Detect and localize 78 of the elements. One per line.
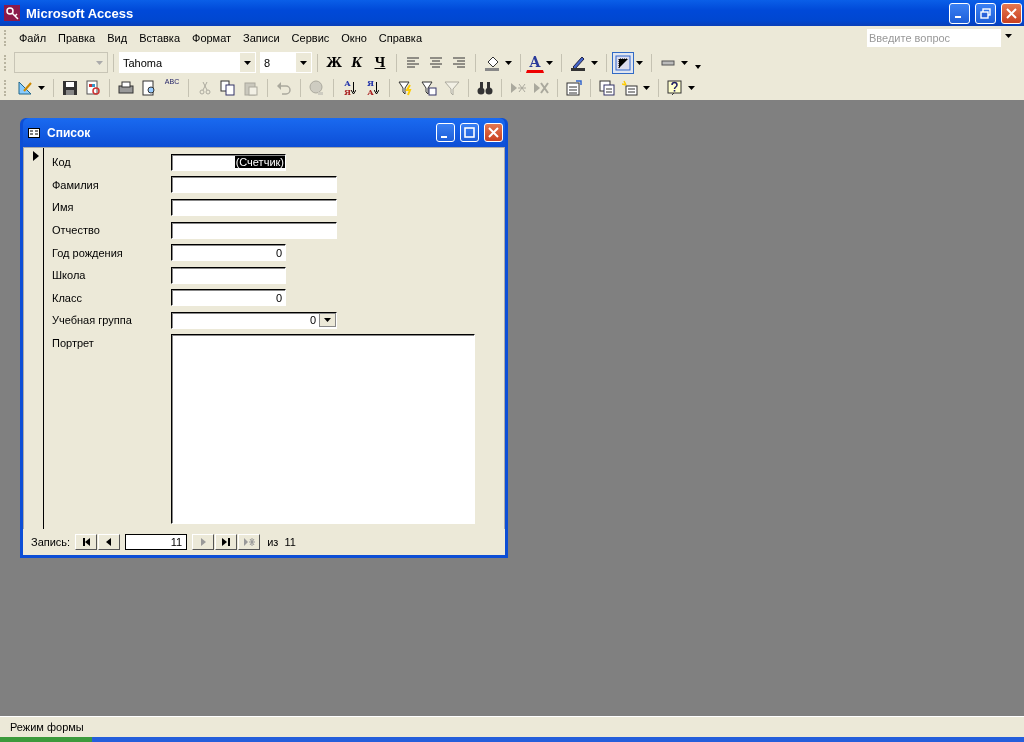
input-field[interactable] — [171, 199, 337, 216]
help-search-field[interactable]: Введите вопрос — [867, 29, 1001, 47]
chevron-icon[interactable] — [695, 64, 701, 69]
menu-item[interactable]: Окно — [335, 32, 373, 44]
font-color-button[interactable]: A — [526, 52, 544, 73]
underline-button[interactable]: Ч — [369, 51, 391, 74]
close-icon — [1006, 7, 1017, 19]
caret-icon — [244, 60, 251, 65]
sort-ascending-button[interactable]: А Я — [339, 76, 361, 99]
caret-icon[interactable] — [505, 60, 512, 65]
close-button[interactable] — [484, 123, 503, 142]
field-label: Фамилия — [52, 178, 100, 191]
minimize-icon — [955, 16, 961, 18]
first-record-button[interactable] — [75, 534, 98, 550]
arrow-icon — [351, 81, 357, 94]
caret-icon[interactable] — [38, 85, 45, 90]
arrow-icon — [374, 81, 380, 94]
field-label: Учебная группа — [52, 314, 133, 327]
field-label: Школа — [52, 269, 87, 282]
field-label: Отчество — [52, 224, 101, 237]
new-record-icon — [243, 537, 256, 547]
menu-item[interactable]: Формат — [186, 32, 238, 44]
restore-icon — [980, 7, 991, 19]
minimize-icon — [441, 135, 447, 138]
minimize-button[interactable] — [436, 123, 455, 142]
sort-descending-button[interactable]: Я А — [362, 76, 384, 99]
form-icon — [28, 127, 40, 138]
maximize-icon — [464, 127, 475, 138]
menu-item[interactable]: Записи — [237, 32, 286, 44]
caret-icon[interactable] — [643, 85, 650, 90]
input-field[interactable]: 0 — [171, 289, 286, 307]
input-field[interactable] — [171, 221, 337, 239]
record-label: Запись: — [31, 536, 71, 548]
field-label: Имя — [52, 201, 75, 214]
font-size-field[interactable]: 8 — [260, 52, 312, 73]
menu-item[interactable]: Справка — [372, 32, 428, 44]
caret-icon[interactable] — [681, 60, 688, 65]
previous-record-button[interactable] — [98, 534, 121, 550]
caret-icon — [96, 60, 103, 65]
caret-icon — [300, 60, 307, 65]
input-field[interactable] — [171, 176, 337, 194]
italic-button[interactable]: К — [346, 51, 368, 74]
key-icon — [4, 5, 20, 21]
caret-icon[interactable] — [546, 60, 553, 65]
menu-item[interactable]: Вид — [101, 32, 134, 44]
status-text: Режим формы — [10, 721, 84, 733]
close-icon — [488, 127, 499, 138]
maximize-button[interactable] — [460, 123, 479, 142]
menu-item[interactable]: Файл — [13, 32, 53, 44]
caret-icon[interactable] — [591, 60, 598, 65]
input-field[interactable]: 0 — [171, 244, 286, 262]
menu-item[interactable]: Правка — [52, 32, 102, 44]
input-field[interactable]: (Счетчик) — [171, 153, 286, 171]
bold-button[interactable]: Ж — [323, 51, 345, 74]
caret-icon — [324, 318, 331, 323]
record-pointer-icon — [33, 151, 39, 161]
font-field[interactable]: Tahoma — [119, 52, 256, 73]
close-button[interactable] — [1001, 2, 1022, 24]
restore-button[interactable] — [975, 2, 996, 24]
input-field[interactable] — [171, 266, 286, 284]
caret-icon[interactable] — [636, 60, 643, 65]
record-number-field[interactable]: 11 — [125, 534, 188, 550]
record-count: из 11 — [267, 536, 296, 548]
window-title: Microsoft Access — [26, 5, 134, 21]
minimize-button[interactable] — [949, 2, 970, 24]
field-label: Класс — [52, 291, 83, 304]
form-title: Список — [47, 125, 91, 140]
dropdown-field[interactable]: 0 — [171, 311, 337, 329]
border-icon[interactable] — [612, 51, 634, 74]
field-label: Портрет — [52, 335, 95, 349]
menu-item[interactable]: Вставка — [133, 32, 186, 44]
last-record-button[interactable] — [215, 534, 238, 550]
field-label: Год рождения — [52, 246, 124, 259]
field-label: Код — [52, 156, 72, 169]
menu-item[interactable]: Сервис — [285, 32, 336, 44]
last-icon — [220, 537, 233, 547]
first-icon — [80, 537, 93, 547]
caret-icon[interactable] — [688, 85, 695, 90]
